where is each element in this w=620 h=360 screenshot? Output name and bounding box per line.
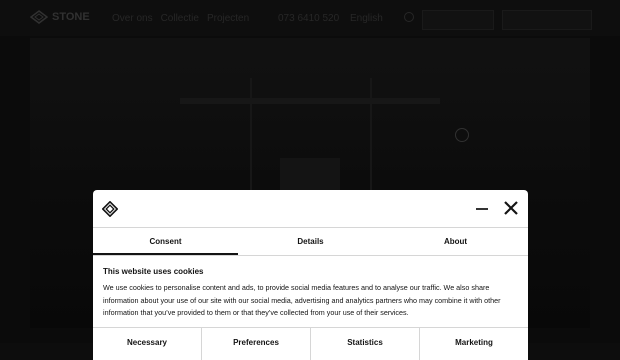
divider <box>93 255 528 256</box>
switch-marketing[interactable]: Marketing <box>420 328 528 360</box>
close-icon[interactable] <box>503 200 519 216</box>
switch-preferences[interactable]: Preferences <box>202 328 311 360</box>
dialog-body-text: We use cookies to personalise content an… <box>103 283 501 317</box>
dialog-title: This website uses cookies <box>103 267 204 276</box>
tab-details[interactable]: Details <box>238 228 383 255</box>
tab-about[interactable]: About <box>383 228 528 255</box>
dialog-tabs: Consent Details About <box>93 228 528 255</box>
minimize-icon[interactable] <box>475 202 489 216</box>
cookiebot-diamond-icon <box>102 201 118 217</box>
switch-necessary[interactable]: Necessary <box>93 328 202 360</box>
cookie-consent-dialog: Consent Details About This website uses … <box>93 190 528 360</box>
consent-switches: Necessary Preferences Statistics Marketi… <box>93 328 528 360</box>
switch-statistics[interactable]: Statistics <box>311 328 420 360</box>
tab-consent[interactable]: Consent <box>93 228 238 255</box>
